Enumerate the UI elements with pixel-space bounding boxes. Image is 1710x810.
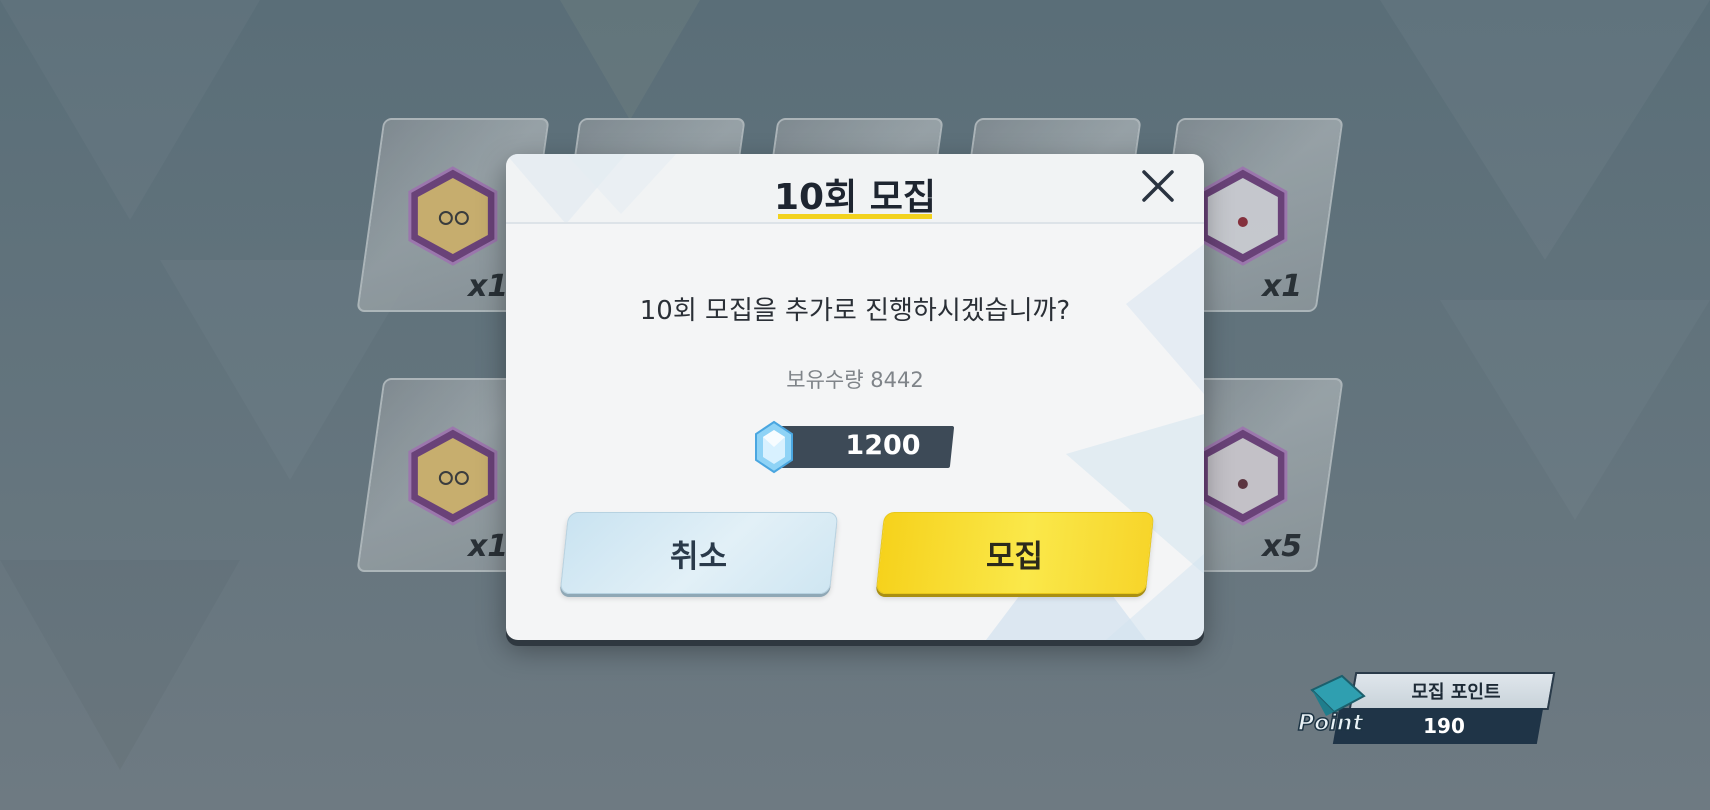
cancel-button[interactable]: 취소 <box>559 512 839 594</box>
card-count: x1 <box>467 269 508 304</box>
hex-portrait-frame <box>1198 166 1288 266</box>
point-label: 모집 포인트 <box>1411 682 1501 703</box>
card-count: x1 <box>467 529 508 564</box>
confirm-question: 10회 모집을 추가로 진행하시겠습니까? <box>639 296 1071 326</box>
hex-portrait-frame <box>408 426 498 526</box>
hex-portrait-frame <box>1198 426 1288 526</box>
owned-quantity: 보유수량 8442 <box>786 368 924 392</box>
title-underline <box>778 214 932 219</box>
recruit-confirm-dialog: 10회 모집 10회 모집을 추가로 진행하시겠습니까? 보유수량 8442 1… <box>506 154 1204 640</box>
card-count: x5 <box>1261 529 1302 564</box>
close-icon[interactable] <box>1138 166 1178 206</box>
point-icon-text: Point <box>1298 711 1364 736</box>
card-count: x1 <box>1261 269 1302 304</box>
recruit-point-panel: 모집 포인트 190 Point <box>1296 670 1560 750</box>
hex-portrait-frame <box>408 166 498 266</box>
dialog-title: 10회 모집 <box>774 177 936 218</box>
recruit-button-label: 모집 <box>986 538 1044 575</box>
envelope-point-icon: Point <box>1297 674 1366 737</box>
recruit-button[interactable]: 모집 <box>875 512 1155 594</box>
cost-value: 1200 <box>845 430 921 461</box>
cancel-button-label: 취소 <box>670 538 728 575</box>
